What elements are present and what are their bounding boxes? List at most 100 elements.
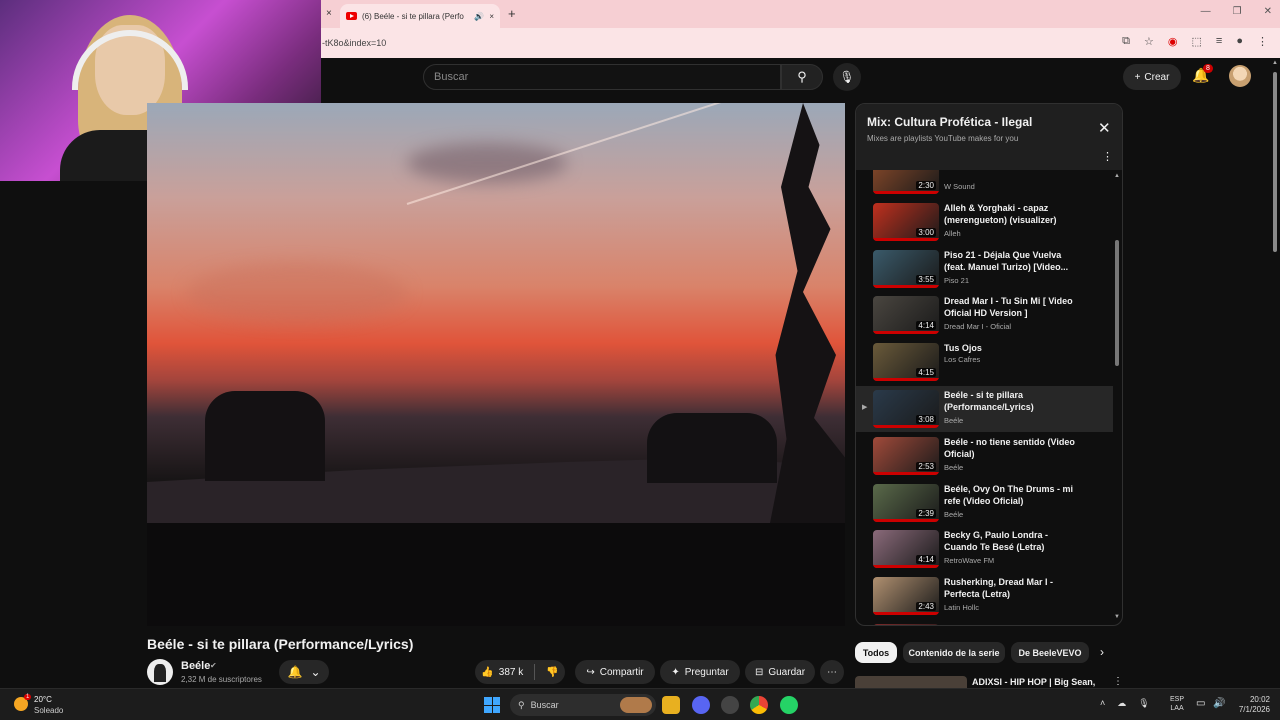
browser-tab[interactable]: (6) Beéle - si te pillara (Perfo 🔊 × xyxy=(340,4,500,28)
chevron-right-icon[interactable]: › xyxy=(1100,645,1104,659)
playlist-thumbnail: 4:15 xyxy=(873,343,939,382)
video-duration: 3:55 xyxy=(916,274,936,284)
playlist-item[interactable]: 2:43 Rusherking, Dread Mar I - Perfecta (… xyxy=(856,573,1113,619)
language-indicator[interactable]: ESP LAA xyxy=(1170,695,1184,713)
playlist-title[interactable]: Mix: Cultura Profética - Ilegal xyxy=(867,115,1032,129)
playlist-item[interactable]: 2:39 Beéle, Ovy On The Drums - mi refe (V… xyxy=(856,480,1113,526)
like-icon[interactable]: 👍 xyxy=(481,667,493,678)
like-count[interactable]: 387 k xyxy=(499,667,523,678)
subscription-bell-button[interactable]: 🔔 ⌄ xyxy=(279,660,329,684)
video-duration: 2:30 xyxy=(916,181,936,190)
weather-temperature[interactable]: 20°C xyxy=(34,695,52,704)
voice-search-button[interactable]: 🎙 xyxy=(833,63,861,91)
playlist-item-title: PALO - HACELA CORTA xyxy=(944,623,1084,625)
playlist-item-title: Dread Mar I - Tu Sin Mi [ Video Oficial … xyxy=(944,296,1073,319)
obs-icon[interactable] xyxy=(721,696,739,714)
playlist-item[interactable]: 4:15 Tus Ojos Los Cafres xyxy=(856,339,1113,385)
user-avatar[interactable] xyxy=(1229,65,1251,87)
playlist-item[interactable]: 3:00 Alleh & Yorghaki - capaz (merengueto… xyxy=(856,199,1113,245)
playlist-item[interactable]: PALO - HACELA CORTA xyxy=(856,620,1113,625)
scroll-down-icon[interactable]: ▼ xyxy=(1114,614,1120,620)
more-actions-button[interactable]: ⋯ xyxy=(820,660,844,684)
scrollbar-thumb[interactable] xyxy=(1115,240,1119,366)
windows-taskbar: 1 20°C Soleado ⚲ Buscar ˄ ☁ 🎙 ESP LAA ▭ … xyxy=(0,688,1280,720)
dislike-icon[interactable]: 👎 xyxy=(546,667,558,678)
maximize-icon[interactable]: ❐ xyxy=(1233,6,1242,17)
ask-button[interactable]: ✦ Preguntar xyxy=(660,660,740,684)
playlist-item[interactable]: ▶ 3:08 Beéle - si te pillara (Performance/… xyxy=(856,386,1113,432)
playlist-item[interactable]: 2:30Beéle, Westcol, Ovy On The...W Sound xyxy=(856,170,1113,198)
youtube-favicon-icon xyxy=(346,12,357,20)
share-button[interactable]: ↪ Compartir xyxy=(575,660,655,684)
playlist-item-channel: Piso 21 xyxy=(944,275,970,285)
chevron-up-icon[interactable]: ˄ xyxy=(1100,698,1105,709)
playlist-item[interactable]: 4:14 Dread Mar I - Tu Sin Mi [ Video Ofic… xyxy=(856,292,1113,338)
search-input[interactable]: Buscar xyxy=(423,64,781,90)
playlist-scrollbar[interactable]: ▲ ▼ xyxy=(1113,170,1121,625)
watch-progress-bar xyxy=(873,237,939,241)
scroll-up-icon[interactable]: ▲ xyxy=(1114,173,1120,179)
search-button[interactable]: ⚲ xyxy=(781,64,823,90)
taskbar-search[interactable]: ⚲ Buscar xyxy=(510,694,656,716)
watch-progress-bar xyxy=(873,565,939,569)
profile-icon[interactable]: ● xyxy=(1236,35,1243,48)
network-icon[interactable]: ▭ xyxy=(1196,698,1205,709)
chip-series-content[interactable]: Contenido de la serie xyxy=(903,642,1005,663)
channel-name[interactable]: Beéle xyxy=(181,660,210,672)
extension-opera-icon[interactable]: ◉ xyxy=(1168,35,1178,48)
playlist-item-channel: RetroWave FM xyxy=(944,556,995,566)
playlist-item[interactable]: 4:14 Becky G, Paulo Londra - Cuando Te Be… xyxy=(856,526,1113,572)
browser-menu-icon[interactable]: ⋮ xyxy=(1257,35,1268,48)
page-scrollbar-thumb[interactable] xyxy=(1273,72,1277,252)
bookmark-star-icon[interactable]: ☆ xyxy=(1144,35,1154,48)
share-label: Compartir xyxy=(599,666,644,678)
subscriber-count: 2,32 M de suscriptores xyxy=(181,675,262,684)
recommended-video[interactable]: ADIXSI - HIP HOP | Big Sean, ⋮ xyxy=(855,676,1123,688)
reading-list-icon[interactable]: ≡ xyxy=(1216,35,1222,48)
extensions-puzzle-icon[interactable]: ⬚ xyxy=(1192,35,1202,48)
whatsapp-icon[interactable] xyxy=(780,696,798,714)
video-duration: 4:14 xyxy=(916,321,936,331)
clock[interactable]: 20:02 7/1/2026 xyxy=(1232,695,1270,715)
playlist-item[interactable]: 3:55 Piso 21 - Déjala Que Vuelva (feat. M… xyxy=(856,246,1113,292)
recommended-menu-icon[interactable]: ⋮ xyxy=(1113,676,1123,687)
more-icon: ⋯ xyxy=(827,666,837,678)
close-panel-icon[interactable]: × xyxy=(326,8,332,19)
minimize-icon[interactable]: — xyxy=(1201,6,1211,17)
playlist-item-channel: Beéle xyxy=(944,416,964,425)
url-field[interactable]: -tK8o&index=10 xyxy=(320,34,1090,52)
volume-icon[interactable]: 🔊 xyxy=(1213,698,1225,709)
weather-badge: 1 xyxy=(24,694,32,700)
tab-close-icon[interactable]: × xyxy=(489,12,494,21)
start-button[interactable] xyxy=(484,697,500,713)
playlist-item-channel: Beéle xyxy=(944,462,964,472)
watch-progress-bar xyxy=(873,471,939,475)
playlist-thumbnail: 4:14 xyxy=(873,296,939,335)
close-window-icon[interactable]: ✕ xyxy=(1264,6,1272,17)
playlist-subtitle: Mixes are playlists YouTube makes for yo… xyxy=(867,134,1019,143)
playlist-item-channel: Dread Mar I - Oficial xyxy=(944,322,1012,332)
video-player[interactable] xyxy=(147,103,845,626)
speaker-icon[interactable]: 🔊 xyxy=(474,12,484,21)
microphone-icon[interactable]: 🎙 xyxy=(1138,698,1149,709)
discord-icon[interactable] xyxy=(692,696,710,714)
chip-from-channel[interactable]: De BeeleVEVO xyxy=(1011,642,1089,663)
save-button[interactable]: ⊟ Guardar xyxy=(745,660,815,684)
cloud-icon[interactable]: ☁ xyxy=(1117,698,1126,709)
clock-date: 7/1/2026 xyxy=(1238,705,1270,714)
channel-avatar[interactable] xyxy=(147,659,173,685)
file-explorer-icon[interactable] xyxy=(662,696,680,714)
create-button[interactable]: + Crear xyxy=(1123,64,1181,90)
playlist-item[interactable]: 2:53 Beéle - no tiene sentido (Video Ofic… xyxy=(856,433,1113,479)
playlist-thumbnail: 2:39 xyxy=(873,483,939,522)
chip-all[interactable]: Todos xyxy=(855,642,897,663)
sparkle-icon: ✦ xyxy=(671,666,680,678)
chrome-icon[interactable] xyxy=(750,696,768,714)
install-app-icon[interactable]: ⧉ xyxy=(1122,35,1130,48)
page-scrollbar[interactable]: ▲ xyxy=(1270,58,1280,688)
playlist-menu-icon[interactable]: ⋮ xyxy=(1102,150,1113,163)
scroll-up-icon[interactable]: ▲ xyxy=(1272,60,1278,66)
close-icon[interactable]: ✕ xyxy=(1098,119,1111,137)
video-duration: 3:08 xyxy=(916,415,936,424)
new-tab-button[interactable]: + xyxy=(508,6,516,21)
